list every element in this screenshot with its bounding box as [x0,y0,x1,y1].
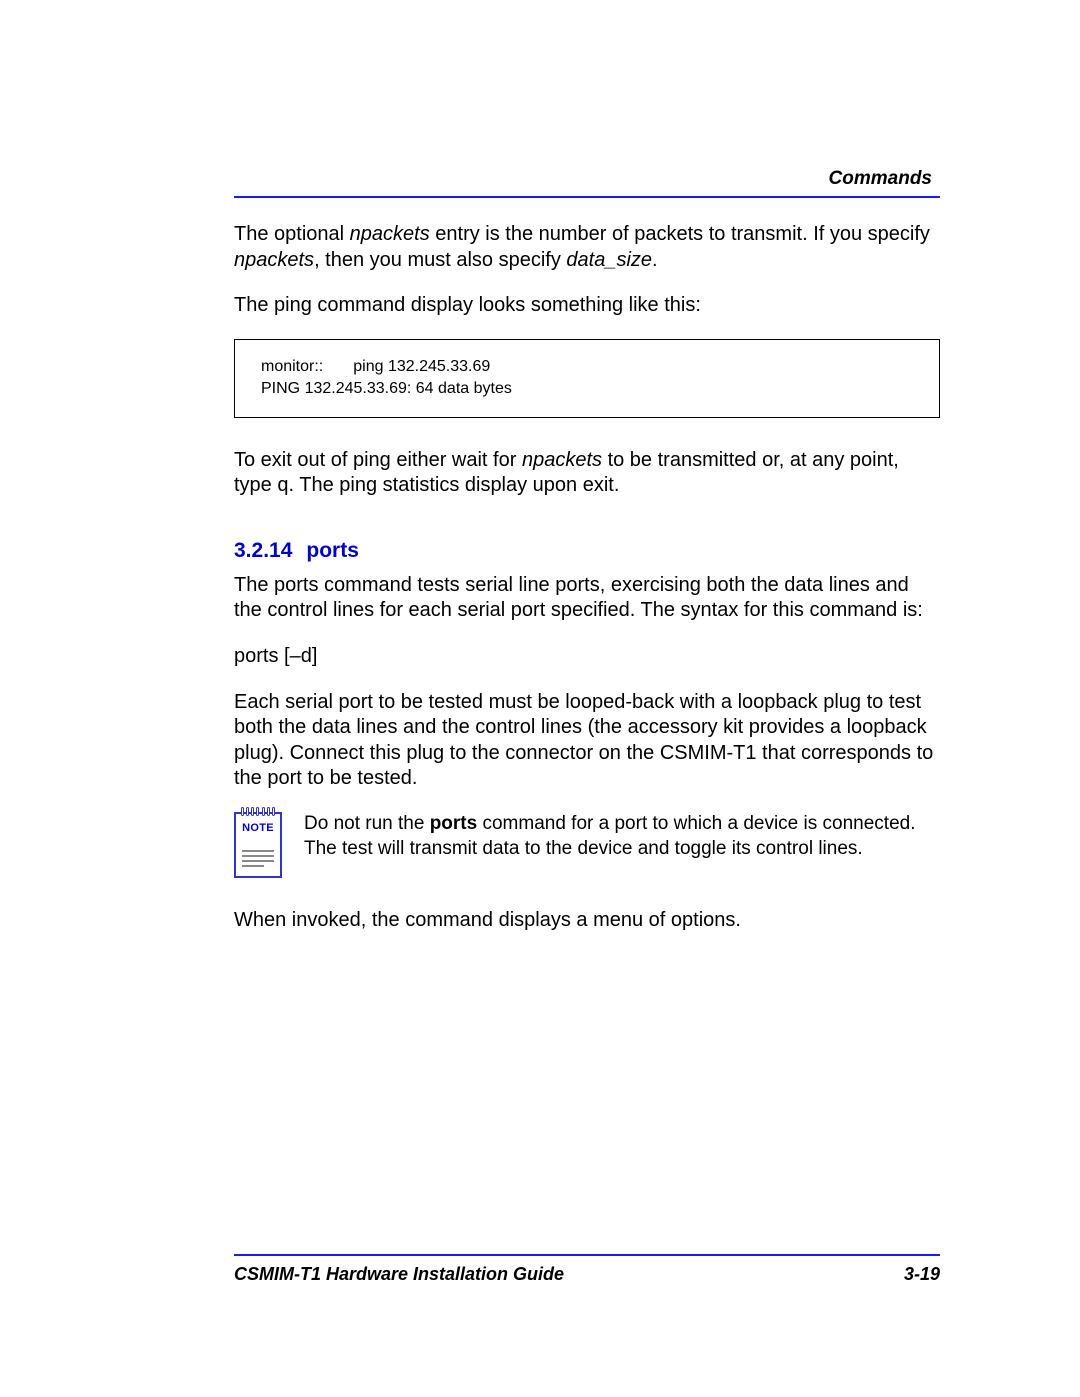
header-rule [234,196,940,198]
section-number: 3.2.14 [234,539,292,562]
term-npackets: npackets [234,249,314,271]
term-ports-bold: ports [430,813,478,834]
term-q: q [277,474,288,496]
term-ping: ping [274,294,312,316]
code-command: ping 132.245.33.69 [353,356,520,378]
term-npackets: npackets [350,223,430,245]
note-icon: NOTE [234,812,282,878]
text-segment: . [652,249,658,271]
section-heading-ports: 3.2.14 ports [234,539,940,563]
paragraph-exit-ping: To exit out of ping either wait for npac… [234,448,940,499]
page-content: Commands The optional npackets entry is … [0,0,1080,934]
paragraph-ports-syntax: ports [–d] [234,644,940,670]
header-title: Commands [234,168,940,196]
term-data-size: data_size [566,249,652,271]
code-line-2: PING 132.245.33.69: 64 data bytes [261,378,913,400]
footer-guide-title: CSMIM-T1 Hardware Installation Guide [234,1264,564,1285]
text-segment: statistics display upon exit. [377,474,619,496]
paragraph-loopback: Each serial port to be tested must be lo… [234,690,940,792]
text-segment: , then you must also specify [314,249,566,271]
text-segment: either wait for [391,449,522,471]
code-prompt: monitor:: [261,356,353,378]
note-binding-rings [240,807,276,816]
paragraph-menu-options: When invoked, the command displays a men… [234,908,940,934]
note-block: NOTE Do not run the ports command for a … [234,812,940,878]
text-segment: . The [288,474,339,496]
text-segment: The [234,294,274,316]
text-segment: The optional [234,223,350,245]
section-title: ports [306,539,359,562]
paragraph-ports-intro: The ports command tests serial line port… [234,573,940,624]
term-ping: ping [353,449,391,471]
term-ping: ping [339,474,377,496]
paragraph-npackets-intro: The optional npackets entry is the numbe… [234,222,940,273]
page-footer: CSMIM-T1 Hardware Installation Guide 3-1… [234,1254,940,1285]
term-npackets: npackets [522,449,602,471]
paragraph-ping-display: The ping command display looks something… [234,293,940,319]
text-segment: entry is the number of packets to transm… [430,223,930,245]
page-header: Commands [234,168,940,198]
text-segment: Do not run the [304,813,430,834]
text-segment: command display looks something like thi… [312,294,701,316]
note-label: NOTE [242,822,274,834]
code-example-box: monitor:: ping 132.245.33.69 PING 132.24… [234,339,940,418]
code-line-1: monitor:: ping 132.245.33.69 [261,356,520,378]
text-segment: To exit out of [234,449,353,471]
note-text: Do not run the ports command for a port … [304,812,940,861]
note-lines-icon [242,850,274,870]
footer-page-number: 3-19 [904,1264,940,1285]
